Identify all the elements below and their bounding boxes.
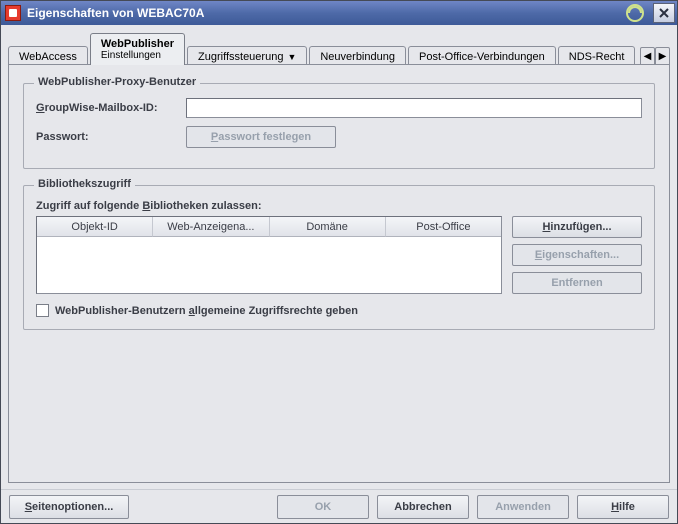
tab-scroll-left[interactable]: ◀ (640, 47, 655, 65)
tab-webaccess[interactable]: WebAccess (8, 46, 88, 66)
tab-neuverbindung[interactable]: Neuverbindung (309, 46, 406, 66)
button-set-password: Passwort festlegen (186, 126, 336, 148)
row-general-rights: WebPublisher-Benutzern allgemeine Zugrif… (36, 304, 642, 317)
checkbox-general-rights[interactable] (36, 304, 49, 317)
label-library-caption: Zugriff auf folgende Bibliotheken zulass… (36, 200, 642, 212)
row-password: Passwort: Passwort festlegen (36, 126, 642, 148)
close-button[interactable] (653, 3, 675, 23)
col-domaene[interactable]: Domäne (270, 217, 386, 237)
tab-webpublisher-sub: Einstellungen (101, 50, 161, 61)
tab-webpublisher[interactable]: WebPublisher Einstellungen (90, 33, 185, 65)
button-help[interactable]: Hilfe (577, 495, 669, 519)
titlebar: Eigenschaften von WEBAC70A (1, 1, 677, 25)
client-area: WebAccess WebPublisher Einstellungen Zug… (1, 25, 677, 489)
app-icon (5, 5, 21, 21)
col-objekt-id[interactable]: Objekt-ID (37, 217, 153, 237)
col-web-anzeigename[interactable]: Web-Anzeigena... (153, 217, 269, 237)
suse-logo-icon (625, 3, 645, 23)
listview-body (37, 237, 501, 293)
tab-scroll-right[interactable]: ▶ (655, 47, 670, 65)
label-general-rights: WebPublisher-Benutzern allgemeine Zugrif… (55, 305, 358, 317)
tab-strip: WebAccess WebPublisher Einstellungen Zug… (8, 31, 670, 65)
tab-nds-rechte[interactable]: NDS-Recht (558, 46, 636, 66)
button-apply: Anwenden (477, 495, 569, 519)
group-proxy-legend: WebPublisher-Proxy-Benutzer (34, 76, 200, 88)
button-ok: OK (277, 495, 369, 519)
tab-scroll-controls: ◀ ▶ (640, 47, 670, 65)
row-mailbox-id: GroupWise-Mailbox-ID: (36, 98, 642, 118)
input-mailbox-id[interactable] (186, 98, 642, 118)
col-post-office[interactable]: Post-Office (386, 217, 501, 237)
listview-header: Objekt-ID Web-Anzeigena... Domäne Post-O… (37, 217, 501, 237)
group-library-access: Bibliothekszugriff Zugriff auf folgende … (23, 185, 655, 330)
button-remove: Entfernen (512, 272, 642, 294)
group-proxy-user: WebPublisher-Proxy-Benutzer GroupWise-Ma… (23, 83, 655, 169)
window-title: Eigenschaften von WEBAC70A (27, 6, 625, 20)
button-cancel[interactable]: Abbrechen (377, 495, 469, 519)
dropdown-icon: ▼ (287, 52, 296, 62)
tab-postoffice-verbindungen[interactable]: Post-Office-Verbindungen (408, 46, 556, 66)
button-properties: Eigenschaften... (512, 244, 642, 266)
button-add[interactable]: Hinzufügen... (512, 216, 642, 238)
tab-webpublisher-label: WebPublisher (101, 38, 174, 50)
properties-window: Eigenschaften von WEBAC70A WebAccess Web… (0, 0, 678, 524)
label-mailbox-id: GroupWise-Mailbox-ID: (36, 102, 186, 114)
tab-zugriffssteuerung[interactable]: Zugriffssteuerung ▼ (187, 46, 307, 66)
tab-zugriff-label: Zugriffssteuerung (198, 51, 283, 63)
dialog-button-bar: Seitenoptionen... OK Abbrechen Anwenden … (1, 489, 677, 523)
library-side-buttons: Hinzufügen... Eigenschaften... Entfernen (512, 216, 642, 294)
label-password: Passwort: (36, 131, 186, 143)
library-listview[interactable]: Objekt-ID Web-Anzeigena... Domäne Post-O… (36, 216, 502, 294)
group-library-legend: Bibliothekszugriff (34, 178, 135, 190)
tab-panel: WebPublisher-Proxy-Benutzer GroupWise-Ma… (8, 64, 670, 483)
library-body: Objekt-ID Web-Anzeigena... Domäne Post-O… (36, 216, 642, 294)
button-page-options[interactable]: Seitenoptionen... (9, 495, 129, 519)
